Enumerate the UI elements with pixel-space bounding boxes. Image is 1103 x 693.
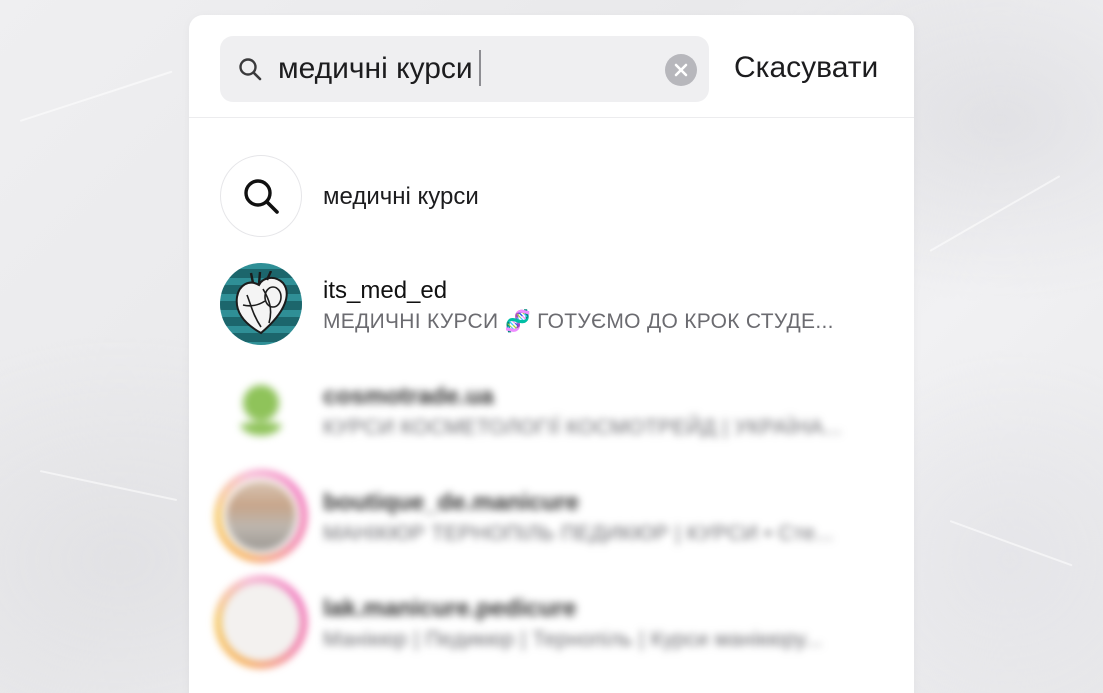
list-item-username: cosmotrade.ua — [323, 383, 494, 410]
list-item-bio: МЕДИЧНІ КУРСИ 🧬 ГОТУЄМО ДО КРОК СТУДЕ... — [323, 310, 834, 333]
avatar-photo — [226, 481, 296, 551]
heart-anatomy-icon — [235, 271, 288, 335]
list-item-account[interactable]: its_med_ed МЕДИЧНІ КУРСИ 🧬 ГОТУЄМО ДО КР… — [189, 254, 914, 354]
avatar-story-ring — [215, 470, 307, 562]
list-item-username: lak.manicure.pedicure — [323, 595, 577, 622]
cancel-button[interactable]: Скасувати — [734, 51, 878, 85]
search-query[interactable]: медичні курси — [278, 50, 481, 87]
close-icon — [674, 63, 688, 77]
avatar-story-ring — [215, 576, 307, 668]
list-item-account[interactable]: cosmotrade.ua КУРСИ КОСМЕТОЛОГІЇ КОСМОТР… — [189, 360, 914, 460]
search-icon — [244, 179, 279, 214]
clear-search-button[interactable] — [665, 54, 697, 86]
list-item-bio: Манікюр | Педикюр | Тернопіль | Курси ма… — [323, 628, 823, 651]
list-item-bio: МАНІКЮР ТЕРНОПІЛЬ ПЕДИКЮР | КУРСИ • Сте.… — [323, 522, 834, 545]
text-caret — [478, 50, 481, 87]
cosmotrade-logo-icon — [240, 385, 282, 436]
search-query-text: медичні курси — [278, 52, 473, 85]
list-item-account[interactable]: lak.manicure.pedicure Манікюр | Педикюр … — [189, 572, 914, 672]
list-item-username: boutique_de.manicure — [323, 489, 580, 516]
avatar — [220, 263, 302, 345]
search-panel: медичні курси Скасувати медичні курси it… — [189, 15, 914, 693]
search-input[interactable]: медичні курси — [220, 36, 709, 102]
list-item-title: медичні курси — [323, 183, 479, 210]
search-icon — [239, 58, 262, 81]
list-item-keyword-suggestion[interactable]: медичні курси — [189, 146, 914, 246]
list-item-bio: КУРСИ КОСМЕТОЛОГІЇ КОСМОТРЕЙД | УКРАЇНА.… — [323, 416, 843, 439]
list-item-username: its_med_ed — [323, 277, 448, 304]
list-item-account[interactable]: boutique_de.manicure МАНІКЮР ТЕРНОПІЛЬ П… — [189, 466, 914, 566]
divider — [189, 117, 914, 118]
avatar — [220, 369, 302, 451]
search-suggestion-icon — [220, 155, 302, 237]
